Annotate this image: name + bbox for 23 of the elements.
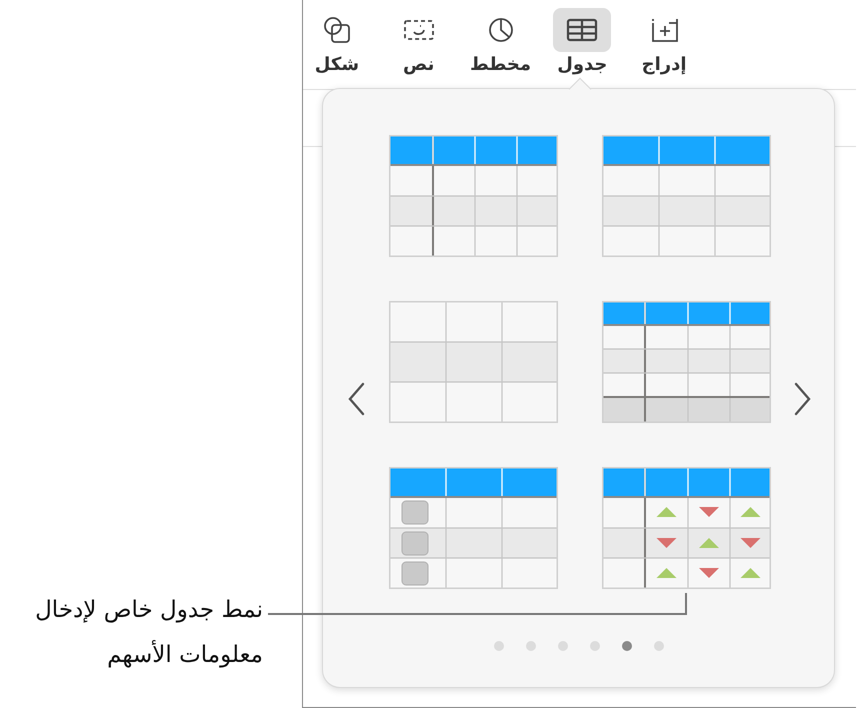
toolbar-button[interactable]: نص — [384, 8, 453, 84]
page-dot[interactable] — [654, 641, 664, 651]
table-style-thumbnail[interactable] — [602, 467, 771, 589]
toolbar-button[interactable]: مخطط — [466, 8, 534, 84]
table-icon — [566, 18, 598, 42]
table-style-thumbnail[interactable] — [389, 301, 558, 423]
table-style-thumbnail[interactable] — [602, 301, 771, 423]
toolbar-button[interactable]: إدراج — [630, 8, 698, 84]
table-style-thumbnail[interactable] — [389, 135, 558, 257]
page-dot[interactable] — [526, 641, 536, 651]
table-style-thumbnail[interactable] — [602, 135, 771, 257]
page-dot[interactable] — [622, 641, 632, 651]
shapes-icon — [322, 15, 352, 45]
table-style-thumbnail[interactable] — [389, 467, 558, 589]
pie-chart-icon — [486, 16, 515, 44]
toolbar-button[interactable]: جدول — [548, 8, 616, 84]
add-box-icon — [649, 17, 680, 43]
toolbar-button[interactable]: شكل — [303, 8, 371, 84]
text-box-icon — [402, 18, 435, 42]
page-dot[interactable] — [590, 641, 600, 651]
page-dot[interactable] — [494, 641, 504, 651]
callout-text: نمط جدول خاص لإدخال معلومات الأسهم — [34, 596, 263, 670]
page-dot[interactable] — [558, 641, 568, 651]
